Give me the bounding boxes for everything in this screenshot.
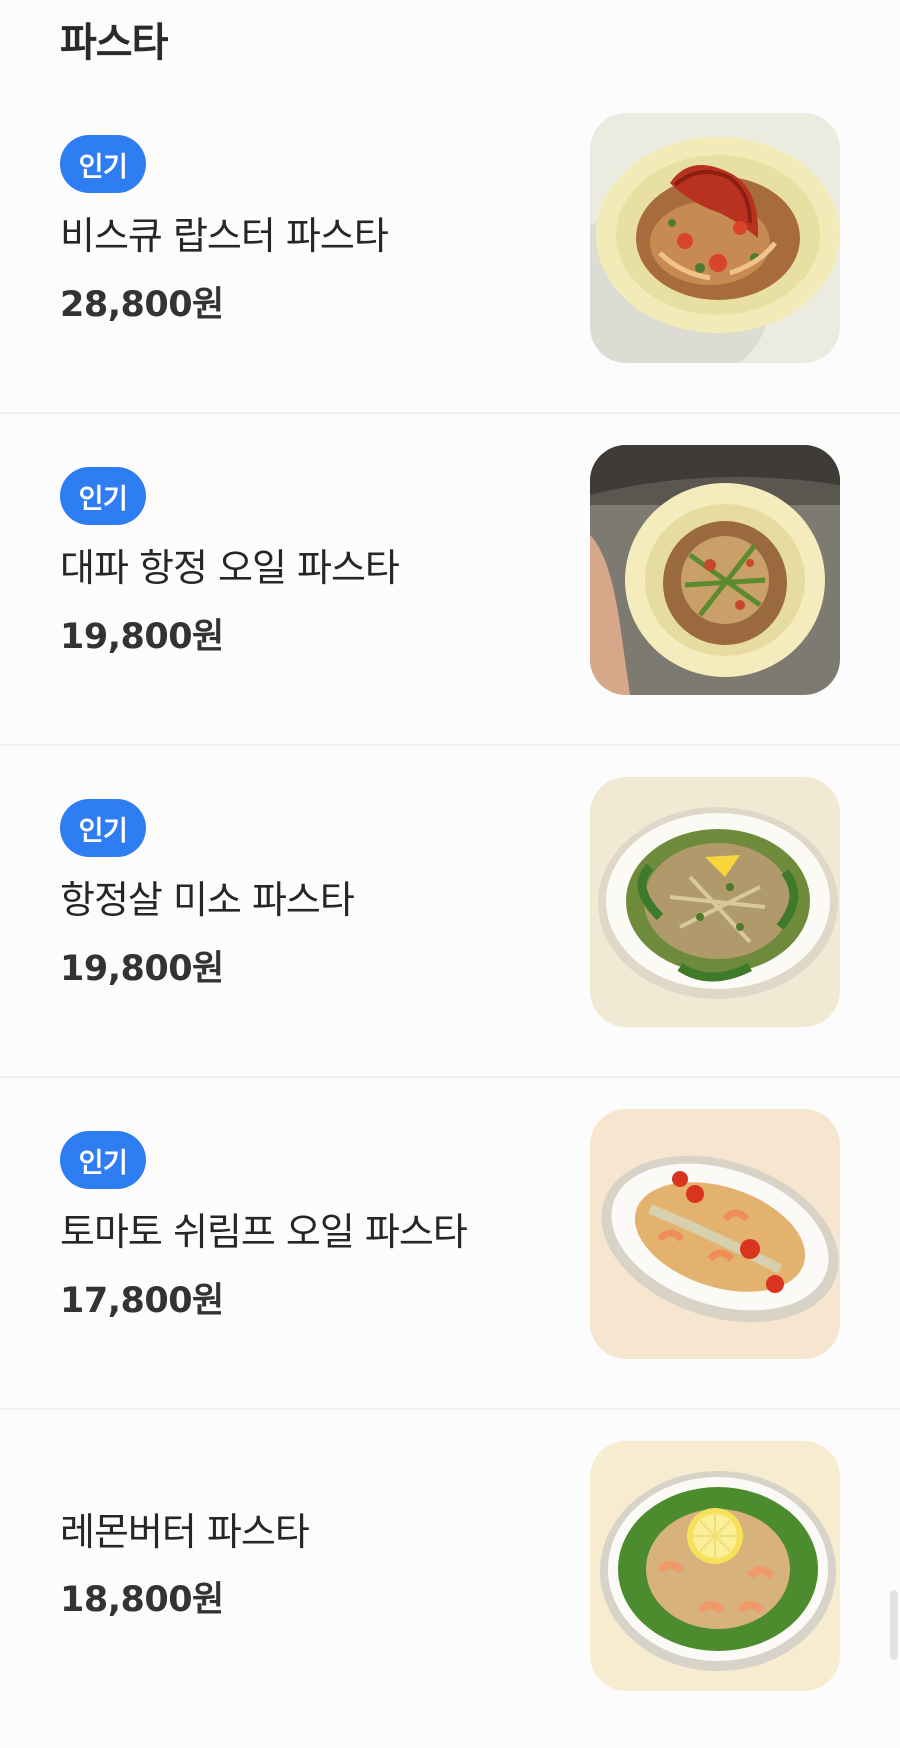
- lobster-bisque-pasta-photo: [590, 113, 840, 363]
- menu-item-name: 레몬버터 파스타: [60, 1510, 310, 1554]
- green-onion-pork-oil-pasta-photo: [590, 445, 840, 695]
- divider: [0, 1408, 900, 1410]
- menu-item-green-onion-pork-oil-pasta[interactable]: 인기 대파 항정 오일 파스타 19,800원: [0, 420, 900, 752]
- section-title: 파스타: [60, 20, 168, 66]
- menu-item-name: 대파 항정 오일 파스타: [60, 546, 400, 590]
- menu-item-name: 비스큐 랍스터 파스타: [60, 214, 389, 258]
- menu-item-tomato-shrimp-oil-pasta[interactable]: 인기 토마토 쉬림프 오일 파스타 17,800원: [0, 1084, 900, 1416]
- divider: [0, 744, 900, 746]
- popular-badge: 인기: [60, 467, 146, 525]
- tomato-shrimp-oil-pasta-photo: [590, 1109, 840, 1359]
- menu-item-price: 18,800원: [60, 1580, 224, 1620]
- popular-badge: 인기: [60, 799, 146, 857]
- menu-item-price: 19,800원: [60, 617, 224, 657]
- popular-badge: 인기: [60, 135, 146, 193]
- menu-item-name: 항정살 미소 파스타: [60, 878, 355, 922]
- popular-badge: 인기: [60, 1131, 146, 1189]
- menu-item-price: 28,800원: [60, 285, 224, 325]
- divider: [0, 412, 900, 414]
- pork-miso-pasta-photo: [590, 777, 840, 1027]
- menu-item-price: 17,800원: [60, 1281, 224, 1321]
- lemon-butter-pasta-photo: [590, 1441, 840, 1691]
- scroll-indicator[interactable]: [890, 1590, 898, 1660]
- menu-item-pork-miso-pasta[interactable]: 인기 항정살 미소 파스타 19,800원: [0, 752, 900, 1084]
- divider: [0, 1076, 900, 1078]
- menu-item-name: 토마토 쉬림프 오일 파스타: [60, 1210, 468, 1254]
- menu-item-lobster-bisque-pasta[interactable]: 인기 비스큐 랍스터 파스타 28,800원: [0, 88, 900, 420]
- menu-item-lemon-butter-pasta[interactable]: 레몬버터 파스타 18,800원: [0, 1416, 900, 1748]
- menu-item-price: 19,800원: [60, 949, 224, 989]
